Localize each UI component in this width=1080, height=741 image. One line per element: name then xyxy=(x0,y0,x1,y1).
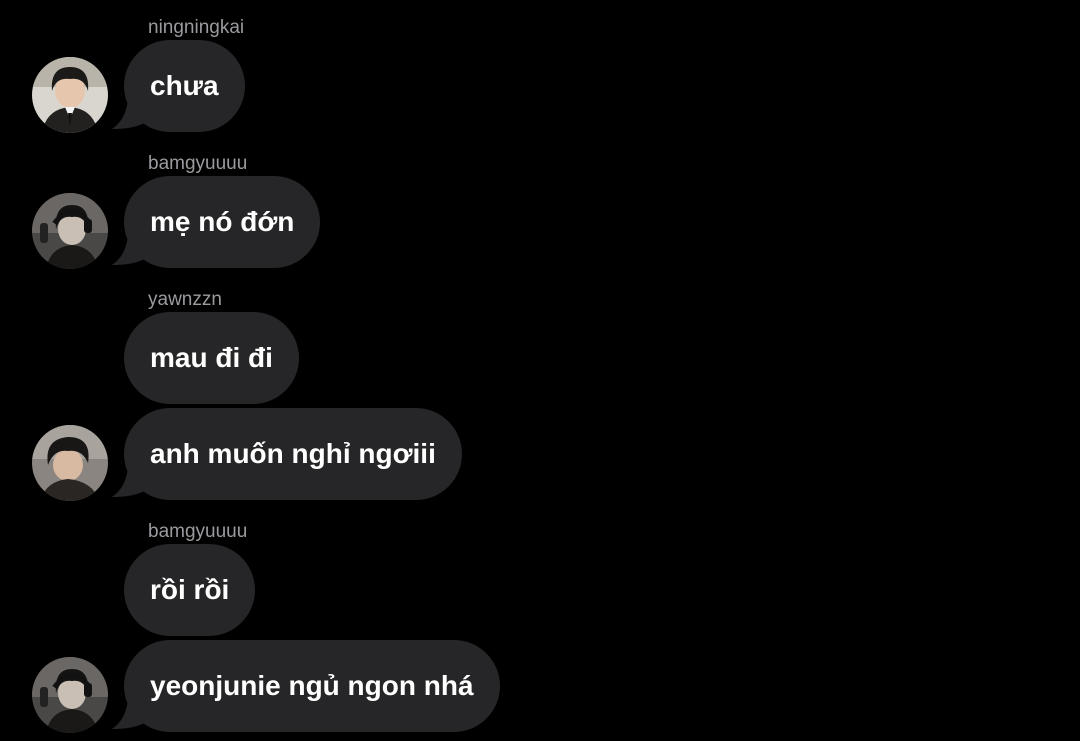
sender-name[interactable]: bamgyuuuu xyxy=(148,153,247,175)
sender-name[interactable]: yawnzzn xyxy=(148,289,222,311)
message-bubble[interactable]: mẹ nó đớn xyxy=(124,176,321,268)
message-bubble[interactable]: yeonjunie ngủ ngon nhá xyxy=(124,640,500,732)
message-text: mau đi đi xyxy=(150,342,273,373)
avatar[interactable] xyxy=(32,193,108,269)
avatar-ningningkai-icon xyxy=(32,57,108,133)
avatar-yawnzzn-icon xyxy=(32,425,108,501)
message-text: anh muốn nghỉ ngơiii xyxy=(150,438,436,469)
message-bubble[interactable]: mau đi đi xyxy=(124,312,299,404)
avatar-bamgyuuuu-icon xyxy=(32,657,108,733)
message-bubble[interactable]: rồi rồi xyxy=(124,544,256,636)
message-text: yeonjunie ngủ ngon nhá xyxy=(150,670,474,701)
avatar[interactable] xyxy=(32,657,108,733)
sender-name[interactable]: bamgyuuuu xyxy=(148,521,247,543)
message-bubble[interactable]: chưa xyxy=(124,40,245,132)
message-text: chưa xyxy=(150,70,219,101)
avatar-bamgyuuuu-icon xyxy=(32,193,108,269)
avatar[interactable] xyxy=(32,57,108,133)
message-bubble[interactable]: anh muốn nghỉ ngơiii xyxy=(124,408,462,500)
sender-name[interactable]: ningningkai xyxy=(148,17,244,39)
avatar[interactable] xyxy=(32,425,108,501)
message-text: rồi rồi xyxy=(150,574,230,605)
message-text: mẹ nó đớn xyxy=(150,206,295,237)
